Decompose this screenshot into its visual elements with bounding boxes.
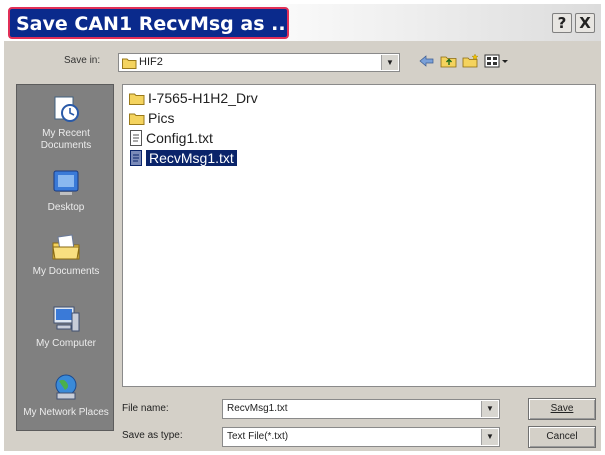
cancel-button[interactable]: Cancel (528, 426, 596, 448)
save-as-type-value: Text File(*.txt) (227, 431, 289, 442)
save-button[interactable]: Save (528, 398, 596, 420)
text-file-icon (130, 150, 142, 166)
place-my-documents[interactable]: My Documents (17, 231, 115, 278)
up-folder-icon[interactable] (440, 53, 458, 69)
place-my-network-places[interactable]: My Network Places (17, 372, 115, 419)
file-name: Config1.txt (146, 130, 213, 146)
save-in-label: Save in: (64, 55, 101, 66)
save-in-row: Save in: HIF2 ▼ (4, 48, 601, 78)
place-label: My Network Places (23, 407, 109, 418)
chevron-down-icon[interactable]: ▼ (481, 401, 498, 417)
close-button[interactable]: X (575, 13, 595, 33)
file-name-value[interactable]: RecvMsg1.txt (227, 403, 288, 414)
title-highlight: Save CAN1 RecvMsg as ... (8, 7, 289, 39)
file-name: I-7565-H1H2_Drv (148, 90, 258, 106)
save-in-dropdown[interactable]: HIF2 ▼ (118, 53, 400, 72)
places-bar: My Recent Documents Desktop My Documents (16, 84, 114, 431)
network-places-icon (55, 374, 77, 400)
view-menu-icon[interactable] (484, 53, 510, 69)
desktop-icon (53, 170, 79, 195)
place-label: Desktop (47, 202, 85, 213)
list-item[interactable]: Pics (129, 109, 174, 127)
save-as-type-label: Save as type: (122, 430, 183, 441)
list-item[interactable]: I-7565-H1H2_Drv (129, 89, 258, 107)
help-button[interactable]: ? (552, 13, 572, 33)
text-file-icon (130, 130, 142, 146)
list-item[interactable]: Config1.txt (129, 129, 213, 147)
place-label: My Recent Documents (40, 128, 92, 151)
save-as-dialog: Save CAN1 RecvMsg as ... ? X Save in: HI… (4, 4, 601, 451)
my-computer-icon (53, 306, 80, 332)
dialog-title: Save CAN1 RecvMsg as ... (16, 13, 289, 35)
file-name: Pics (148, 110, 175, 126)
place-label: My Computer (35, 338, 96, 349)
file-list[interactable]: I-7565-H1H2_Drv Pics Config1.txt RecvMsg… (122, 84, 596, 387)
list-item-selected[interactable]: RecvMsg1.txt (129, 149, 237, 167)
place-my-computer[interactable]: My Computer (17, 303, 115, 350)
place-label: My Documents (32, 266, 100, 277)
file-name: RecvMsg1.txt (146, 150, 237, 166)
save-as-type-dropdown[interactable]: Text File(*.txt) ▼ (222, 427, 500, 447)
folder-icon (129, 113, 145, 125)
chevron-down-icon[interactable]: ▼ (481, 429, 498, 445)
folder-icon (129, 93, 145, 105)
folder-icon (122, 58, 137, 69)
file-name-label: File name: (122, 403, 169, 414)
file-name-combo[interactable]: RecvMsg1.txt ▼ (222, 399, 500, 419)
title-bar[interactable]: Save CAN1 RecvMsg as ... ? X (4, 4, 601, 41)
place-my-recent-documents[interactable]: My Recent Documents (17, 93, 115, 152)
new-folder-icon[interactable] (462, 53, 480, 69)
recent-documents-icon (54, 96, 79, 122)
my-documents-icon (52, 234, 80, 260)
back-arrow-icon[interactable] (418, 53, 436, 69)
place-desktop[interactable]: Desktop (17, 167, 115, 214)
save-in-value: HIF2 (139, 56, 163, 68)
chevron-down-icon[interactable]: ▼ (381, 55, 398, 70)
